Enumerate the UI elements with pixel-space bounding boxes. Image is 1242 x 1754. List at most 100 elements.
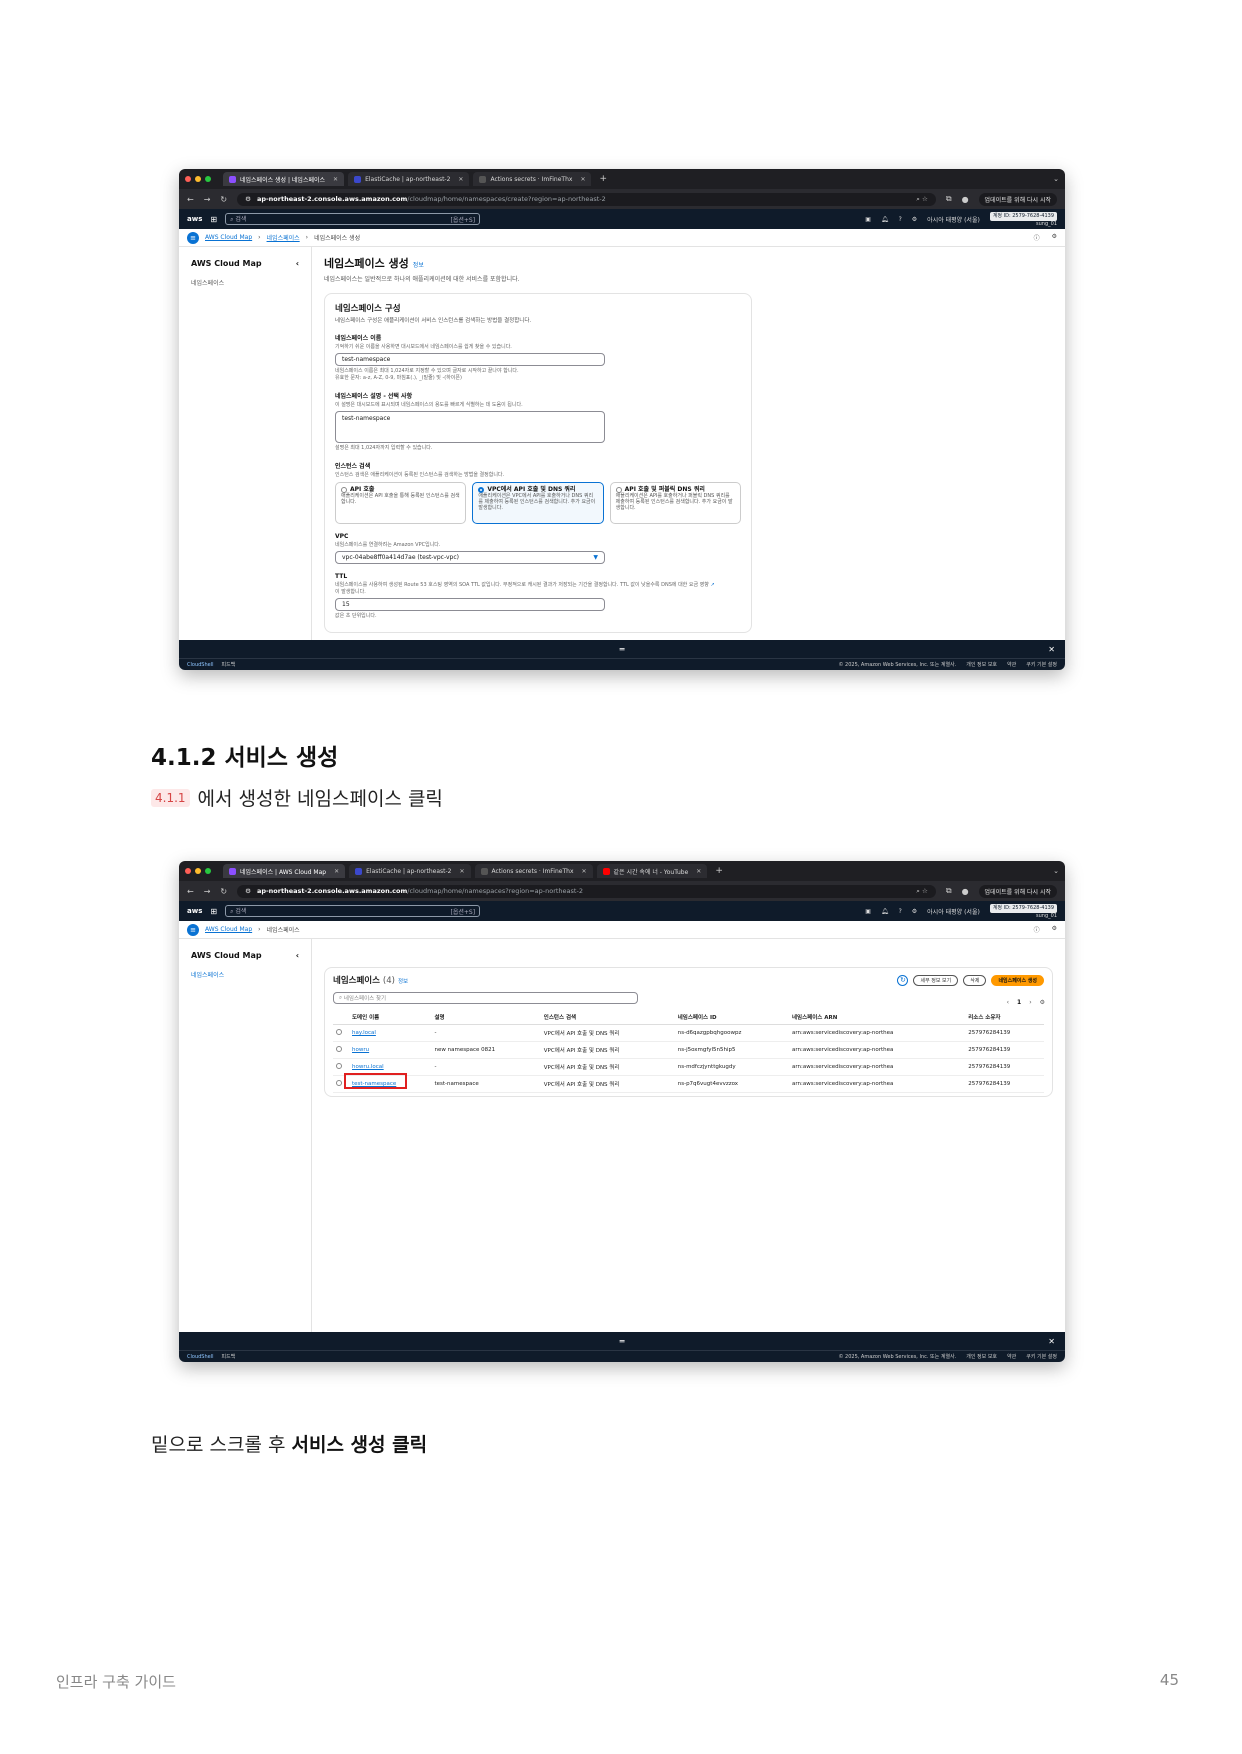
close-icon[interactable]: ✕ (1048, 645, 1055, 654)
breadcrumb-link[interactable]: AWS Cloud Map (205, 926, 252, 933)
feedback-link[interactable]: 피드백 (221, 661, 235, 668)
zoom-icon[interactable]: ⌕ ☆ (916, 887, 928, 896)
table-row[interactable]: howru.local - VPC에서 API 호출 및 DNS 쿼리 ns-m… (333, 1058, 1044, 1076)
drawer-bar[interactable]: ═ ✕ (179, 1332, 1065, 1350)
reference-badge[interactable]: 4.1.1 (151, 788, 190, 807)
profile-icon[interactable]: ● (962, 195, 969, 204)
privacy-link[interactable]: 개인 정보 보호 (966, 661, 997, 668)
bell-icon[interactable]: 🔔︎ (881, 908, 889, 915)
aws-logo[interactable]: aws (187, 215, 202, 223)
forward-icon[interactable]: → (204, 887, 211, 896)
drag-handle-icon[interactable]: ═ (620, 645, 625, 654)
menu-icon[interactable]: ≡ (187, 231, 199, 244)
column-header[interactable]: 네임스페이스 ID (674, 1010, 789, 1025)
account-menu[interactable]: 계정 ID: 2579-7628-4139 sung_01 (989, 903, 1057, 919)
new-tab-icon[interactable]: + (715, 866, 723, 876)
breadcrumb-link[interactable]: 네임스페이스 (267, 233, 300, 242)
namespace-description-textarea[interactable]: test-namespace (335, 411, 605, 443)
info-icon[interactable]: ⓘ (1034, 925, 1040, 934)
close-icon[interactable]: ✕ (333, 176, 338, 183)
region-selector[interactable]: 아시아 태평양 (서울) (927, 215, 980, 224)
gear-icon[interactable]: ⚙ (1052, 233, 1057, 242)
help-icon[interactable]: ? (899, 216, 902, 223)
menu-icon[interactable]: ≡ (187, 923, 199, 936)
window-controls[interactable] (185, 176, 211, 182)
column-header[interactable]: 리소스 소유자 (965, 1010, 1044, 1025)
cloudshell-link[interactable]: CloudShell (187, 1354, 213, 1360)
namespace-name-input[interactable]: test-namespace (335, 353, 605, 366)
ttl-input[interactable]: 15 (335, 598, 605, 611)
external-link-icon[interactable]: ↗ (710, 582, 714, 588)
namespace-link[interactable]: howru (352, 1047, 369, 1053)
breadcrumb-link[interactable]: AWS Cloud Map (205, 234, 252, 241)
column-header[interactable]: 네임스페이스 ARN (788, 1010, 966, 1025)
cookie-link[interactable]: 쿠키 기본 설정 (1026, 1353, 1057, 1360)
extensions-icon[interactable]: ⧉ (946, 194, 952, 204)
close-icon[interactable]: ✕ (582, 868, 587, 875)
window-controls[interactable] (185, 868, 211, 874)
delete-button[interactable]: 삭제 (963, 974, 987, 986)
namespace-link[interactable]: howru.local (352, 1064, 384, 1070)
forward-icon[interactable]: → (204, 195, 211, 204)
chevron-down-icon[interactable]: ⌄ (1053, 175, 1059, 183)
close-icon[interactable]: ✕ (459, 868, 464, 875)
profile-icon[interactable]: ● (962, 887, 969, 896)
reload-icon[interactable]: ↻ (220, 887, 227, 896)
vpc-select[interactable]: vpc-04abe8ff0a414d7ae (test-vpc-vpc) ▼ (335, 551, 605, 564)
gear-icon[interactable]: ⚙ (1052, 925, 1057, 934)
site-info-icon[interactable]: ⚙ (245, 887, 251, 895)
info-icon[interactable]: ⓘ (1034, 233, 1040, 242)
collapse-icon[interactable]: ‹ (296, 951, 299, 960)
zoom-icon[interactable]: ⌕ ☆ (916, 195, 928, 204)
close-icon[interactable]: ✕ (334, 868, 339, 875)
discovery-option-api[interactable]: API 호출 애플리케이션은 API 호출을 통해 등록된 인스턴스를 검색합니… (335, 482, 467, 524)
close-icon[interactable]: ✕ (580, 176, 585, 183)
new-tab-icon[interactable]: + (599, 174, 607, 184)
row-radio[interactable] (336, 1080, 342, 1086)
account-menu[interactable]: 계정 ID: 2579-7628-4139 sung_01 (989, 211, 1057, 227)
feedback-link[interactable]: 피드백 (221, 1353, 235, 1360)
column-header[interactable]: 설명 (431, 1010, 541, 1025)
privacy-link[interactable]: 개인 정보 보호 (966, 1353, 997, 1360)
next-page-icon[interactable]: › (1029, 999, 1031, 1006)
drawer-bar[interactable]: ═ ✕ (179, 640, 1065, 658)
aws-logo[interactable]: aws (187, 907, 202, 915)
aws-search-input[interactable]: ⌕ 검색 [옵션+S] (225, 213, 481, 225)
address-bar[interactable]: ⚙ ap-northeast-2.console.aws.amazon.com/… (237, 192, 936, 206)
update-button[interactable]: 업데이트를 위해 다시 시작 (978, 192, 1057, 206)
view-details-button[interactable]: 세부 정보 보기 (913, 974, 959, 986)
refresh-icon[interactable]: ↻ (897, 974, 909, 986)
table-row[interactable]: hay.local - VPC에서 API 호출 및 DNS 쿼리 ns-d6q… (333, 1024, 1044, 1042)
row-radio[interactable] (336, 1046, 342, 1052)
browser-tab[interactable]: Actions secrets · ImFineThx ✕ (473, 172, 592, 186)
browser-tab[interactable]: ElastiCache | ap-northeast-2 ✕ (349, 864, 471, 878)
discovery-option-public-dns[interactable]: API 호출 및 퍼블릭 DNS 쿼리 애플리케이션은 API를 호출하거나 퍼… (609, 482, 741, 524)
close-icon[interactable]: ✕ (1048, 1337, 1055, 1346)
table-row[interactable]: howru new namespace 0821 VPC에서 API 호출 및 … (333, 1041, 1044, 1059)
terms-link[interactable]: 약관 (1007, 1353, 1016, 1360)
discovery-option-vpc-dns[interactable]: VPC에서 API 호출 및 DNS 쿼리 애플리케이션은 VPC에서 API를… (472, 482, 604, 524)
reload-icon[interactable]: ↻ (220, 195, 227, 204)
browser-tab[interactable]: 네임스페이스 생성 | 네임스페이스 ✕ (223, 172, 345, 186)
gear-icon[interactable]: ⚙ (912, 908, 917, 915)
site-info-icon[interactable]: ⚙ (245, 195, 251, 203)
chevron-down-icon[interactable]: ⌄ (1053, 867, 1059, 875)
region-selector[interactable]: 아시아 태평양 (서울) (927, 907, 980, 916)
table-row[interactable]: test-namespace test-namespace VPC에서 API … (333, 1073, 1044, 1093)
browser-tab[interactable]: Actions secrets · ImFineThx ✕ (474, 864, 593, 878)
back-icon[interactable]: ← (187, 887, 194, 896)
browser-tab[interactable]: ElastiCache | ap-northeast-2 ✕ (348, 172, 470, 186)
services-grid-icon[interactable]: ⊞ (210, 907, 217, 916)
terms-link[interactable]: 약관 (1007, 661, 1016, 668)
namespace-search-input[interactable]: ⌕ 네임스페이스 찾기 (333, 992, 638, 1004)
cloudshell-icon[interactable]: ▣ (865, 216, 871, 223)
cookie-link[interactable]: 쿠키 기본 설정 (1026, 661, 1057, 668)
row-radio[interactable] (336, 1063, 342, 1069)
column-header[interactable]: 도메인 이름 (349, 1010, 432, 1025)
aws-search-input[interactable]: ⌕ 검색 [옵션+S] (225, 905, 481, 917)
cloudshell-icon[interactable]: ▣ (865, 908, 871, 915)
close-icon[interactable]: ✕ (458, 176, 463, 183)
update-button[interactable]: 업데이트를 위해 다시 시작 (978, 884, 1057, 898)
services-grid-icon[interactable]: ⊞ (210, 215, 217, 224)
sidebar-item-namespaces[interactable]: 네임스페이스 (191, 970, 299, 979)
